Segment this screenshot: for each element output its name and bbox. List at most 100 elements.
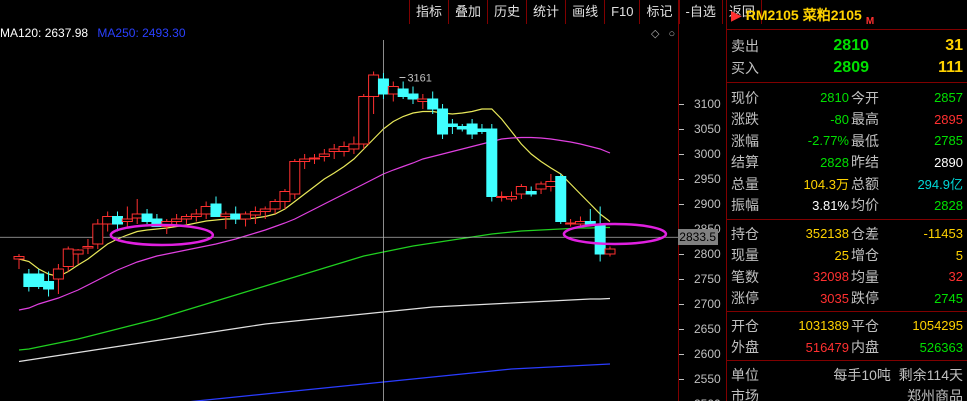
candle-body <box>249 211 261 216</box>
toolbar-mark-button[interactable]: 标记 <box>639 0 678 24</box>
candle-body <box>180 216 192 220</box>
toolbar-f10-button[interactable]: F10 <box>604 0 639 24</box>
play-icon[interactable]: ▶ <box>731 7 742 23</box>
quote-row: 笔数 32098 均量 32 <box>727 266 967 288</box>
stat-label: 现量 <box>731 247 759 264</box>
stat-value: 2810 <box>820 90 849 106</box>
candle-body <box>33 273 45 287</box>
candle-body <box>486 128 498 197</box>
candle-body <box>171 218 183 222</box>
price-axis: 2500255026002650270027502800285029002950… <box>678 0 726 401</box>
candle-body <box>496 196 508 198</box>
stat-label: 开仓 <box>731 317 759 334</box>
price-tick-label: 2700 <box>694 297 721 311</box>
price-tick-mark <box>679 204 684 205</box>
candle-body <box>525 191 537 195</box>
order-book: 卖出 2810 31 买入 2809 111 <box>727 30 967 83</box>
stat-value: 526363 <box>919 339 963 355</box>
high-price-annotation: 3161 <box>407 73 431 85</box>
candlestick-chart[interactable]: 3161 <box>0 40 678 401</box>
candle-body <box>348 143 360 150</box>
sell-row[interactable]: 卖出 2810 31 <box>727 35 967 57</box>
candle-body <box>515 186 527 195</box>
crosshair-price-label: 2833.5 <box>678 229 718 246</box>
stat-value: 25 <box>834 247 849 263</box>
stat-label: 振幅 <box>731 197 759 214</box>
stat-value: 32 <box>948 269 963 285</box>
quote-row: 现价 2810 今开 2857 <box>727 87 967 109</box>
toolbar-overlay-button[interactable]: 叠加 <box>448 0 487 24</box>
price-tick-label: 3000 <box>694 147 721 161</box>
candle-body <box>220 213 232 217</box>
stat-label: 涨跌 <box>731 111 759 128</box>
candle-body <box>210 203 222 217</box>
candle-body <box>82 246 94 249</box>
candle-body <box>328 148 340 152</box>
stat-value: 3035 <box>820 290 849 306</box>
price-tick-label: 2950 <box>694 172 721 186</box>
stat-value: 1054295 <box>912 318 963 334</box>
quote-row: 开仓 1031389 平仓 1054295 <box>727 315 967 337</box>
stat-value: 516479 <box>805 339 849 355</box>
position-stats: 持仓 352138 仓差 -11453 现量 25 增仓 5 笔数 32098 均量 32 涨停 3035… <box>727 220 967 312</box>
candle-body <box>456 126 468 130</box>
stat-value: 2785 <box>934 133 963 149</box>
candle-body <box>289 161 301 195</box>
quote-row: 结算 2828 昨结 2890 <box>727 152 967 174</box>
price-tick-label: 2600 <box>694 347 721 361</box>
quote-row: 总量 104.3万 总额 294.9亿 <box>727 173 967 195</box>
candle-body <box>259 208 271 212</box>
quote-row: 现量 25 增仓 5 <box>727 245 967 267</box>
candle-body <box>535 183 547 190</box>
candle-body <box>338 146 350 152</box>
candle-body <box>102 216 114 225</box>
price-tick-mark <box>679 354 684 355</box>
unit-row: 单位 每手10吨 剩余114天 <box>727 364 967 385</box>
sell-price: 2810 <box>833 37 869 54</box>
candle-body <box>279 191 291 202</box>
buy-row[interactable]: 买入 2809 111 <box>727 57 967 79</box>
candle-body <box>377 78 389 95</box>
candle-body <box>476 128 488 132</box>
candle-body <box>112 216 123 225</box>
toolbar-indicator-button[interactable]: 指标 <box>409 0 448 24</box>
candle-body <box>594 223 606 255</box>
candle-body <box>92 223 104 245</box>
price-tick-label: 2500 <box>694 397 721 401</box>
stat-value: 3.81% <box>812 197 849 213</box>
buy-price: 2809 <box>833 59 869 76</box>
toolbar-history-button[interactable]: 历史 <box>487 0 526 24</box>
candle-body <box>368 74 380 97</box>
price-tick-mark <box>679 154 684 155</box>
stat-value: 1031389 <box>798 318 849 334</box>
stat-label: 均量 <box>851 268 879 285</box>
stat-label: 总量 <box>731 175 759 192</box>
stat-label: 昨结 <box>851 154 879 171</box>
quote-panel: ▶ RM2105 菜粕2105 M 卖出 2810 31 买入 2809 111 现价… <box>726 0 967 401</box>
price-tick-label: 3050 <box>694 122 721 136</box>
candle-body <box>62 248 74 267</box>
quote-row: 外盘 516479 内盘 526363 <box>727 337 967 359</box>
quote-row: 涨幅 -2.77% 最低 2785 <box>727 130 967 152</box>
ma-line-4 <box>190 363 611 401</box>
price-tick-label: 2550 <box>694 372 721 386</box>
stat-label: 涨幅 <box>731 132 759 149</box>
stat-value: 2895 <box>934 111 963 127</box>
candle-body <box>466 123 478 135</box>
stat-label: 持仓 <box>731 225 759 242</box>
stat-label: 总额 <box>851 175 879 192</box>
contract-name: 菜粕2105 <box>802 7 862 23</box>
circle-icon[interactable]: ○ <box>669 28 676 40</box>
stat-label: 最高 <box>851 111 879 128</box>
candle-body <box>200 206 212 215</box>
toolbar-draw-button[interactable]: 画线 <box>565 0 604 24</box>
price-tick-mark <box>679 304 684 305</box>
price-tick-label: 2650 <box>694 322 721 336</box>
diamond-icon[interactable]: ◇ <box>651 28 659 40</box>
toolbar-stats-button[interactable]: 统计 <box>526 0 565 24</box>
ma120-label: MA120: 2637.98 <box>0 26 89 40</box>
chart-corner-icons: ◇ ○ <box>645 27 675 40</box>
candle-body <box>240 213 252 220</box>
stat-label: 仓差 <box>851 225 879 242</box>
price-tick-mark <box>679 104 684 105</box>
